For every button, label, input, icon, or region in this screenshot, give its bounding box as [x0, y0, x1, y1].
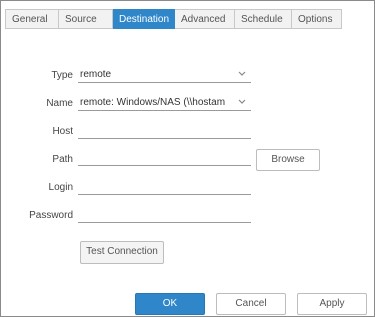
- ok-button[interactable]: OK: [135, 293, 205, 315]
- tab-general[interactable]: General: [6, 9, 59, 29]
- host-label: Host: [52, 126, 73, 137]
- browse-button[interactable]: Browse: [256, 149, 320, 171]
- chevron-down-icon: [238, 68, 248, 82]
- tab-options[interactable]: Options: [292, 9, 342, 29]
- name-value: remote: Windows/NAS (\\hostam: [80, 97, 226, 108]
- tab-schedule[interactable]: Schedule: [235, 9, 292, 29]
- path-input[interactable]: [78, 151, 251, 166]
- type-select[interactable]: remote: [78, 68, 251, 83]
- tab-destination[interactable]: Destination: [113, 9, 175, 29]
- test-connection-button[interactable]: Test Connection: [80, 241, 164, 264]
- login-label: Login: [48, 182, 73, 193]
- tab-advanced[interactable]: Advanced: [175, 9, 235, 29]
- host-input[interactable]: [78, 124, 251, 139]
- name-select[interactable]: remote: Windows/NAS (\\hostam: [78, 96, 251, 111]
- type-label: Type: [51, 70, 73, 81]
- password-input[interactable]: [78, 208, 251, 223]
- cancel-button[interactable]: Cancel: [216, 293, 286, 315]
- tab-source[interactable]: Source: [59, 9, 113, 29]
- tab-bar: General Source Destination Advanced Sche…: [5, 9, 342, 29]
- chevron-down-icon: [238, 96, 248, 110]
- destination-dialog: General Source Destination Advanced Sche…: [0, 0, 375, 317]
- password-label: Password: [29, 210, 73, 221]
- login-input[interactable]: [78, 180, 251, 195]
- path-label: Path: [52, 154, 73, 165]
- name-label: Name: [46, 98, 73, 109]
- type-value: remote: [80, 69, 112, 80]
- apply-button[interactable]: Apply: [297, 293, 367, 315]
